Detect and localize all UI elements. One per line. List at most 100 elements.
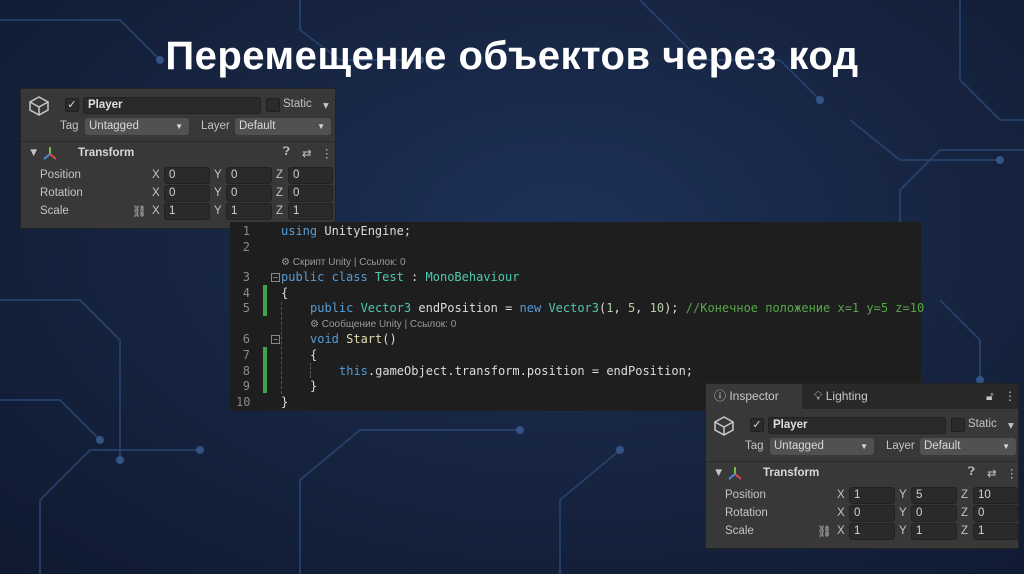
more-icon[interactable]: ⋮ (996, 384, 1016, 409)
axis-label-x[interactable]: X (152, 205, 160, 217)
axis-label-z[interactable]: Z (961, 507, 968, 519)
x-value-field[interactable]: 1 (849, 523, 895, 540)
preset-icon[interactable]: ⇄ (987, 466, 997, 480)
code-token: new (519, 301, 549, 315)
tab-inspector[interactable]: ⓘ Inspector (706, 384, 802, 409)
constrain-proportions-icon[interactable]: ⛓︎ (132, 204, 147, 218)
z-value-field[interactable]: 1 (288, 203, 333, 220)
y-value-field[interactable]: 1 (226, 203, 272, 220)
code-line[interactable]: public Vector3 endPosition = new Vector3… (310, 301, 924, 315)
code-line[interactable]: } (281, 395, 288, 409)
axis-label-z[interactable]: Z (276, 187, 283, 199)
codelens-hint[interactable]: ⚙ Сообщение Unity | Ссылок: 0 (310, 319, 456, 330)
chevron-down-icon: ▼ (317, 122, 325, 131)
active-checkbox[interactable]: ✓ (750, 418, 764, 432)
layer-dropdown[interactable]: Default ▼ (235, 118, 331, 135)
line-number: 7 (242, 348, 250, 362)
code-line[interactable]: { (310, 348, 317, 362)
code-line[interactable]: { (281, 286, 288, 300)
lock-icon[interactable]: 🔓︎ (978, 384, 994, 409)
active-checkbox[interactable]: ✓ (65, 98, 79, 112)
more-icon[interactable]: ⋮ (321, 146, 333, 160)
code-token: void (310, 332, 347, 346)
code-token: Test (374, 270, 404, 284)
codelens-hint[interactable]: ⚙ Скрипт Unity | Ссылок: 0 (281, 257, 406, 268)
code-line[interactable]: using UnityEngine; (281, 224, 411, 238)
x-value-field[interactable]: 1 (164, 203, 210, 220)
z-value-field[interactable]: 0 (973, 505, 1018, 522)
cube-icon[interactable] (27, 94, 51, 121)
foldout-icon[interactable]: ▼ (28, 147, 39, 159)
static-dropdown-icon[interactable]: ▾ (323, 98, 329, 112)
z-value-field[interactable]: 0 (288, 185, 333, 202)
chevron-down-icon: ▼ (1002, 442, 1010, 451)
y-value-field[interactable]: 0 (226, 167, 272, 184)
code-token: this (339, 364, 368, 378)
axis-label-y[interactable]: Y (899, 489, 907, 501)
tag-label: Tag (745, 440, 764, 452)
transform-row-label: Rotation (725, 507, 768, 519)
axis-label-x[interactable]: X (152, 187, 160, 199)
object-name-input[interactable]: Player (768, 417, 946, 434)
axis-label-z[interactable]: Z (961, 489, 968, 501)
axis-label-x[interactable]: X (837, 489, 845, 501)
x-value-field[interactable]: 0 (849, 505, 895, 522)
axis-label-y[interactable]: Y (214, 169, 222, 181)
static-checkbox[interactable] (951, 418, 965, 432)
code-token: public (310, 301, 361, 315)
layer-label: Layer (886, 440, 915, 452)
code-line[interactable]: } (310, 379, 317, 393)
axis-label-y[interactable]: Y (214, 187, 222, 199)
static-checkbox[interactable] (266, 98, 280, 112)
axis-label-y[interactable]: Y (214, 205, 222, 217)
code-line[interactable]: this.gameObject.transform.position = end… (339, 364, 693, 378)
constrain-proportions-icon[interactable]: ⛓︎ (817, 524, 832, 538)
axis-label-z[interactable]: Z (961, 525, 968, 537)
y-value-field[interactable]: 5 (911, 487, 957, 504)
axis-label-x[interactable]: X (837, 507, 845, 519)
y-value-field[interactable]: 1 (911, 523, 957, 540)
line-number: 8 (242, 364, 250, 378)
chevron-down-icon: ▼ (860, 442, 868, 451)
x-value-field[interactable]: 0 (164, 167, 210, 184)
tag-dropdown[interactable]: Untagged ▼ (85, 118, 189, 135)
axis-label-x[interactable]: X (152, 169, 160, 181)
code-token: Vector3 (548, 301, 600, 315)
code-line[interactable]: public class Test : MonoBehaviour (281, 270, 519, 284)
foldout-icon[interactable]: ▼ (713, 467, 724, 479)
y-value-field[interactable]: 0 (911, 505, 957, 522)
layer-dropdown[interactable]: Default ▼ (920, 438, 1016, 455)
line-number: 5 (242, 301, 250, 315)
z-value-field[interactable]: 10 (973, 487, 1018, 504)
axis-label-x[interactable]: X (837, 525, 845, 537)
z-value-field[interactable]: 1 (973, 523, 1018, 540)
layer-label: Layer (201, 120, 230, 132)
axis-label-z[interactable]: Z (276, 169, 283, 181)
x-value-field[interactable]: 1 (849, 487, 895, 504)
code-token: Start (346, 332, 383, 346)
collapse-icon[interactable]: − (271, 335, 280, 344)
axis-label-y[interactable]: Y (899, 525, 907, 537)
help-icon[interactable]: ❓︎ (968, 466, 975, 479)
chevron-down-icon: ▼ (175, 122, 183, 131)
x-value-field[interactable]: 0 (164, 185, 210, 202)
static-dropdown-icon[interactable]: ▾ (1008, 418, 1014, 432)
code-token: .gameObject.transform.position = endPosi… (367, 364, 694, 378)
tab-lighting[interactable]: 💡︎ Lighting (806, 384, 896, 409)
preset-icon[interactable]: ⇄ (302, 146, 312, 160)
component-title: Transform (78, 147, 135, 159)
code-line[interactable]: void Start() (310, 332, 397, 346)
line-number: 3 (242, 270, 250, 284)
object-name-input[interactable]: Player (83, 97, 261, 114)
tag-dropdown[interactable]: Untagged ▼ (770, 438, 874, 455)
axis-label-y[interactable]: Y (899, 507, 907, 519)
inspector-before: ✓PlayerPlayerStatic▾TagUntagged▼LayerDef… (20, 88, 336, 229)
more-icon[interactable]: ⋮ (1006, 466, 1018, 480)
transform-icon (727, 465, 743, 484)
z-value-field[interactable]: 0 (288, 167, 333, 184)
axis-label-z[interactable]: Z (276, 205, 283, 217)
cube-icon[interactable] (712, 414, 736, 441)
help-icon[interactable]: ❓︎ (283, 146, 290, 159)
collapse-icon[interactable]: − (271, 273, 280, 282)
y-value-field[interactable]: 0 (226, 185, 272, 202)
